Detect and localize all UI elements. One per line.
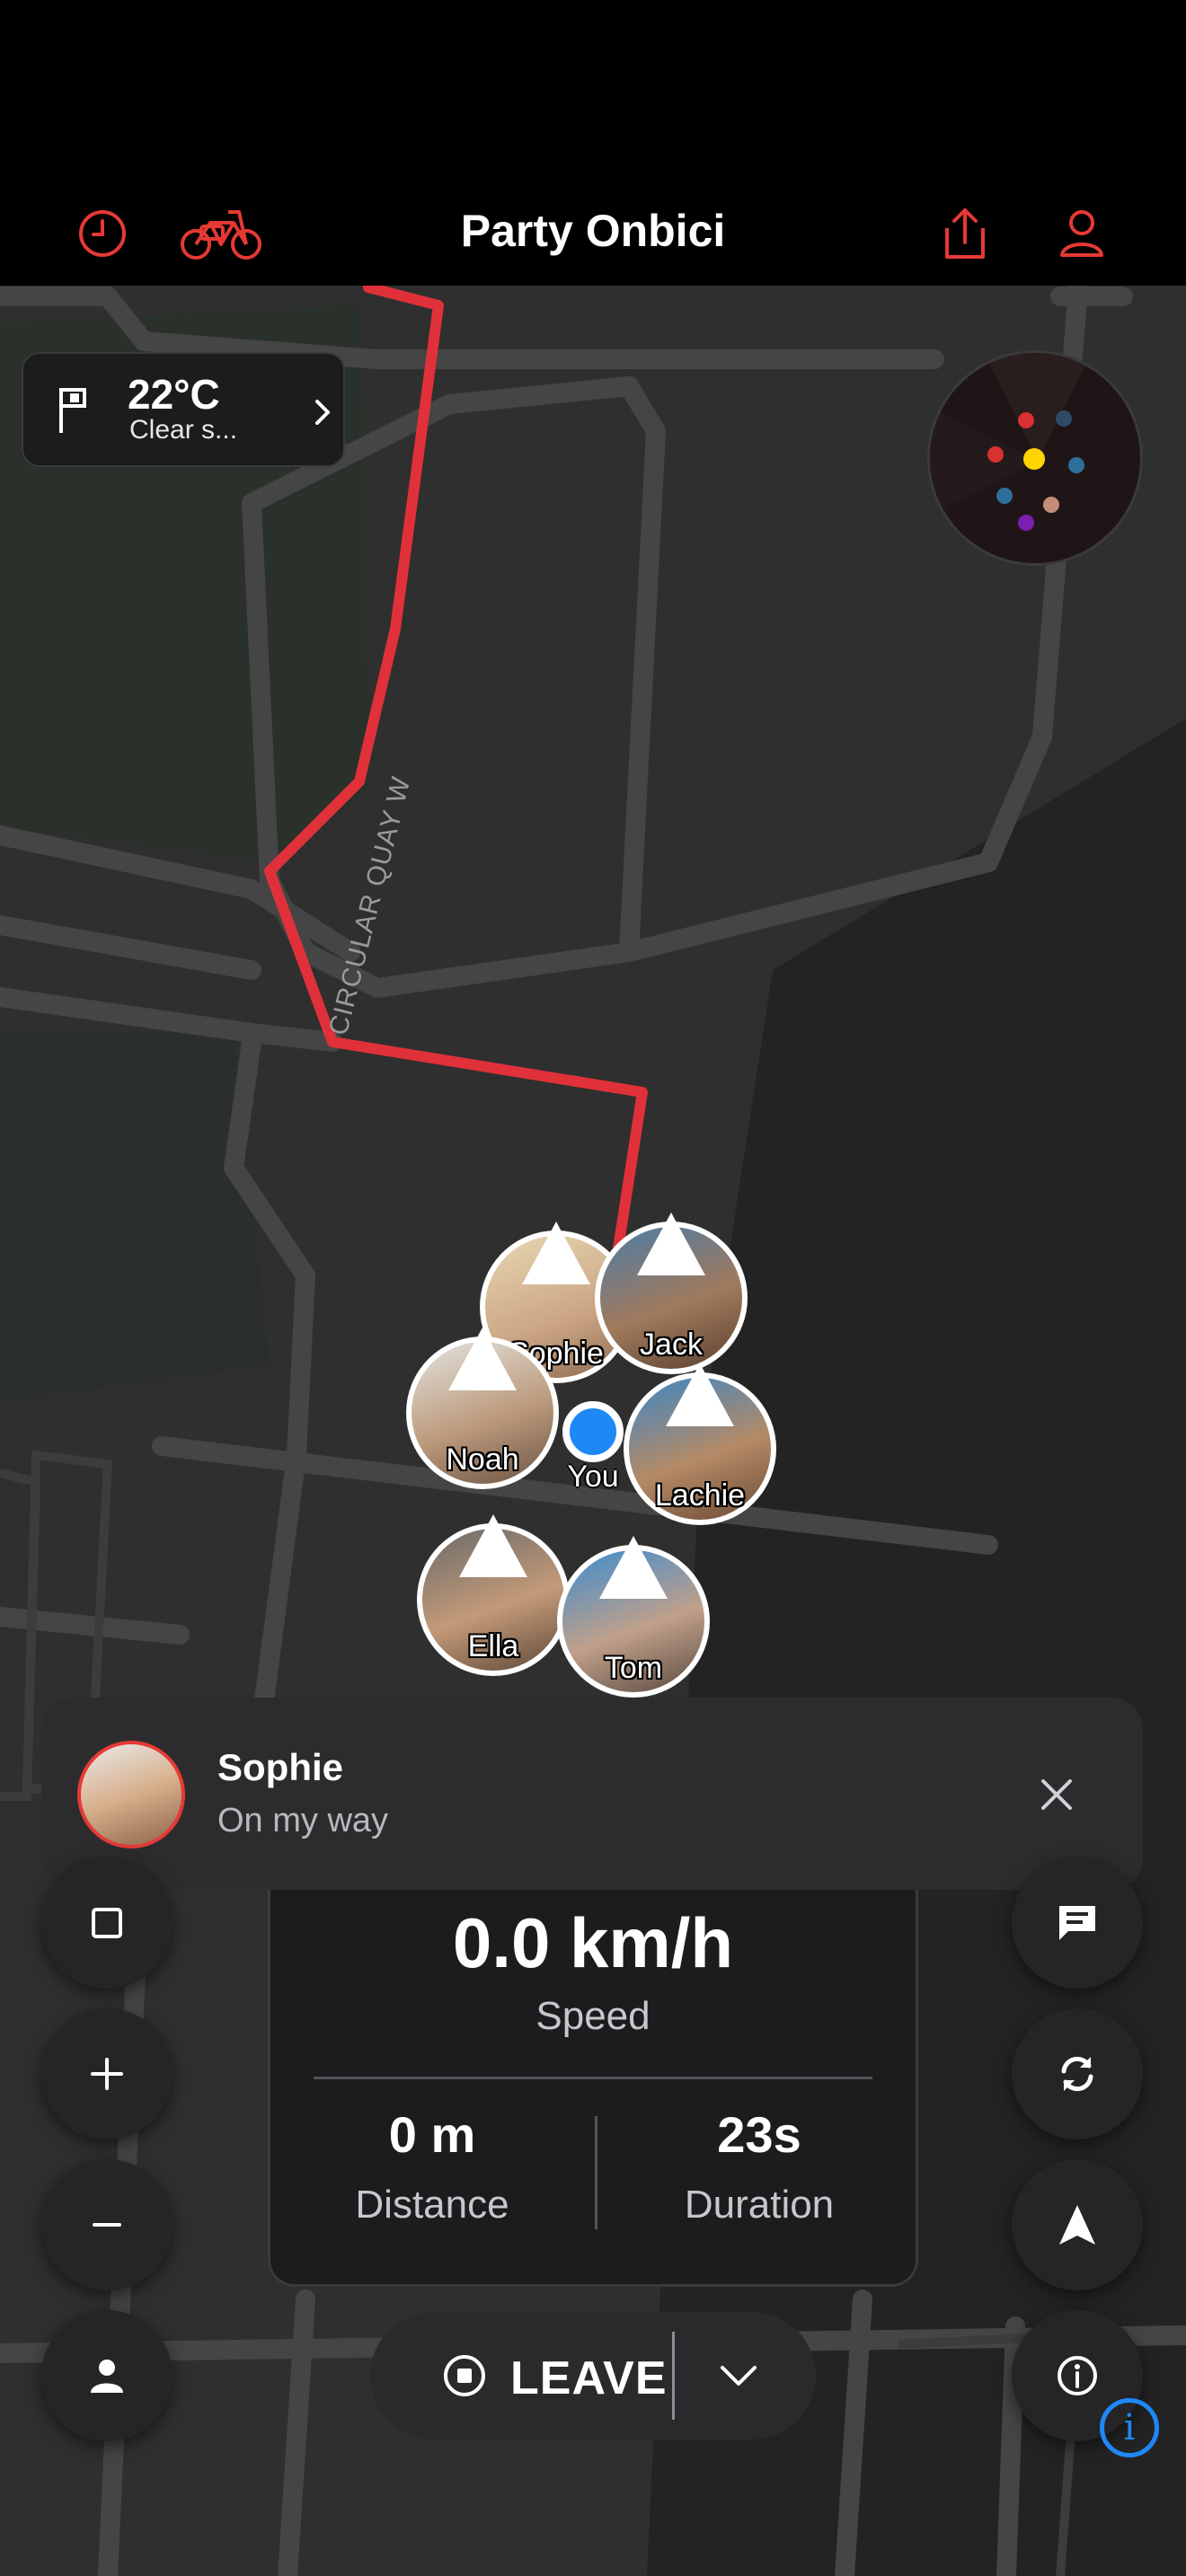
refresh-icon: [1061, 2056, 1093, 2092]
distance-label: Distance: [355, 2183, 509, 2227]
leave-options-button[interactable]: [676, 2312, 816, 2439]
radar-dot: [1068, 457, 1084, 473]
current-location-label: You: [567, 1460, 619, 1494]
radar-dot: [1043, 497, 1059, 513]
minus-icon: [93, 2223, 121, 2227]
plus-icon: [91, 2058, 123, 2090]
heading-arrow-icon: [599, 1536, 668, 1599]
heading-arrow-icon: [637, 1213, 705, 1275]
user-icon: [1060, 210, 1103, 257]
rider-marker-tom[interactable]: Tom: [557, 1536, 710, 1698]
divider: [314, 2077, 872, 2079]
info-icon: [1058, 2356, 1097, 2395]
rider-marker-jack[interactable]: Jack: [595, 1213, 748, 1374]
flag-icon: [59, 388, 86, 433]
notification-sender: Sophie: [217, 1746, 344, 1788]
leave-control: LEAVE: [370, 2312, 816, 2439]
square-icon: [92, 1908, 122, 1938]
rider-name: Noah: [446, 1442, 519, 1477]
status-bar: [0, 0, 1186, 180]
leave-label: LEAVE: [510, 2352, 668, 2404]
close-notification-button[interactable]: [1021, 1759, 1093, 1831]
zoom-out-button[interactable]: [41, 2159, 173, 2290]
close-icon: [1041, 1779, 1072, 1810]
zoom-in-button[interactable]: [41, 2008, 173, 2139]
rider-name: Ella: [467, 1629, 519, 1663]
rider-marker-ella[interactable]: Ella: [417, 1514, 570, 1676]
leave-button[interactable]: LEAVE: [370, 2312, 672, 2439]
navigation-arrow-icon: [1059, 2205, 1095, 2245]
avatar: [77, 1741, 185, 1848]
speed-value: 0.0 km/h: [452, 1903, 734, 1982]
duration-label: Duration: [684, 2183, 835, 2227]
heading-arrow-icon: [666, 1363, 734, 1426]
duration-value: 23s: [717, 2106, 801, 2163]
weather-temperature: 22°C: [128, 371, 220, 418]
radar-dot: [1018, 412, 1034, 428]
chevron-down-icon: [721, 2366, 757, 2386]
radar-dot: [996, 488, 1013, 504]
stop-icon: [444, 2355, 485, 2396]
distance-value: 0 m: [388, 2106, 476, 2163]
rider-name: Tom: [604, 1651, 663, 1685]
current-location-dot: [562, 1401, 624, 1462]
heading-arrow-icon: [522, 1222, 590, 1284]
notification-message: On my way: [217, 1802, 389, 1839]
weather-condition: Clear s...: [129, 415, 238, 445]
map-attribution-icon[interactable]: i: [1100, 2398, 1159, 2457]
radar-dot: [987, 446, 1004, 463]
app-header: Party Onbici: [0, 180, 1186, 286]
share-button[interactable]: [929, 198, 1001, 269]
weather-card[interactable]: 22°C Clear s...: [22, 352, 345, 467]
heading-arrow-icon: [459, 1514, 527, 1577]
speed-label: Speed: [535, 1994, 651, 2038]
profile-button[interactable]: [1046, 198, 1118, 269]
chevron-right-icon: [315, 400, 330, 425]
page-title: Party Onbici: [460, 206, 726, 256]
divider: [672, 2332, 675, 2420]
rider-name: Lachie: [654, 1478, 746, 1513]
share-icon: [945, 208, 985, 259]
chat-icon: [1059, 1906, 1095, 1940]
rider-marker-lachie[interactable]: Lachie: [624, 1363, 776, 1525]
chat-button[interactable]: [1012, 1857, 1143, 1989]
sync-button[interactable]: [1012, 2008, 1143, 2139]
rider-marker-noah[interactable]: Noah: [406, 1328, 559, 1489]
person-icon: [91, 2360, 123, 2393]
radar-minimap[interactable]: [927, 350, 1143, 566]
heading-arrow-icon: [448, 1328, 517, 1390]
message-notification[interactable]: Sophie On my way: [41, 1698, 1143, 1890]
recenter-button[interactable]: [1012, 2159, 1143, 2290]
rider-name: Jack: [640, 1328, 703, 1362]
radar-dot-self: [1023, 448, 1045, 470]
members-button[interactable]: [41, 2310, 173, 2441]
ride-stats-card: 0.0 km/h Speed 0 m Distance 23s Duration: [268, 1890, 918, 2287]
radar-dot: [1018, 515, 1034, 531]
radar-dot: [1056, 410, 1072, 427]
map-layer-button[interactable]: [41, 1857, 173, 1989]
